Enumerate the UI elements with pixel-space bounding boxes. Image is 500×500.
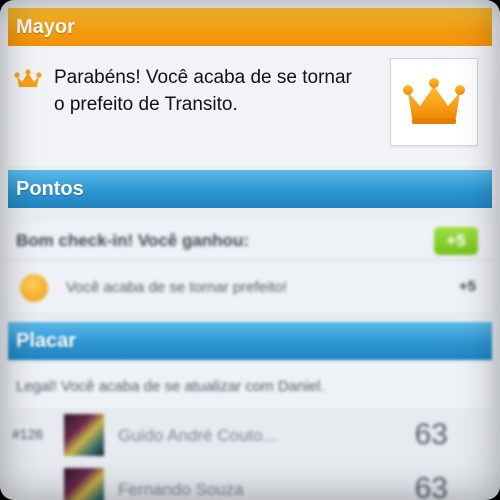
- leaderboard-rank: #126: [12, 426, 44, 442]
- leaderboard-row[interactable]: Fernando Souza 63: [8, 464, 492, 500]
- leaderboard-row[interactable]: #126 Guido André Couto... 63: [8, 410, 492, 460]
- crown-icon: [14, 68, 42, 90]
- avatar: [64, 468, 104, 500]
- leaderboard-name: Guido André Couto...: [118, 426, 277, 445]
- foursquare-checkin-screen: Mayor Parabéns! Você acaba de se tornar …: [0, 0, 500, 500]
- avatar: [64, 414, 104, 456]
- pontos-header: Pontos: [8, 170, 492, 208]
- placar-header: Placar: [8, 322, 492, 360]
- points-item-value: +5: [458, 278, 476, 295]
- mayor-badge[interactable]: [390, 58, 478, 146]
- checkin-title-text: Bom check-in! Você ganhou:: [16, 230, 249, 250]
- mayor-header-label: Mayor: [16, 15, 75, 38]
- leaderboard-score: 63: [414, 472, 448, 500]
- checkin-points-title: Bom check-in! Você ganhou: +5: [8, 222, 492, 260]
- points-item-text: Você acaba de se tornar prefeito!: [66, 279, 287, 296]
- mayor-message: Parabéns! Você acaba de se tornar o pref…: [54, 67, 352, 115]
- pontos-header-label: Pontos: [16, 177, 84, 200]
- points-list-item[interactable]: Você acaba de se tornar prefeito! +5: [8, 262, 492, 312]
- placar-message-text: Legal! Você acaba de se atualizar com Da…: [16, 377, 325, 395]
- coin-icon: [20, 274, 48, 302]
- leaderboard-score: 63: [414, 418, 448, 451]
- placar-message: Legal! Você acaba de se atualizar com Da…: [8, 364, 492, 408]
- mayor-notification: Parabéns! Você acaba de se tornar o pref…: [8, 46, 492, 166]
- points-total-badge: +5: [434, 227, 478, 255]
- crown-icon: [402, 74, 466, 131]
- mayor-header: Mayor: [8, 8, 492, 46]
- leaderboard-name: Fernando Souza: [118, 480, 244, 499]
- placar-header-label: Placar: [16, 329, 77, 352]
